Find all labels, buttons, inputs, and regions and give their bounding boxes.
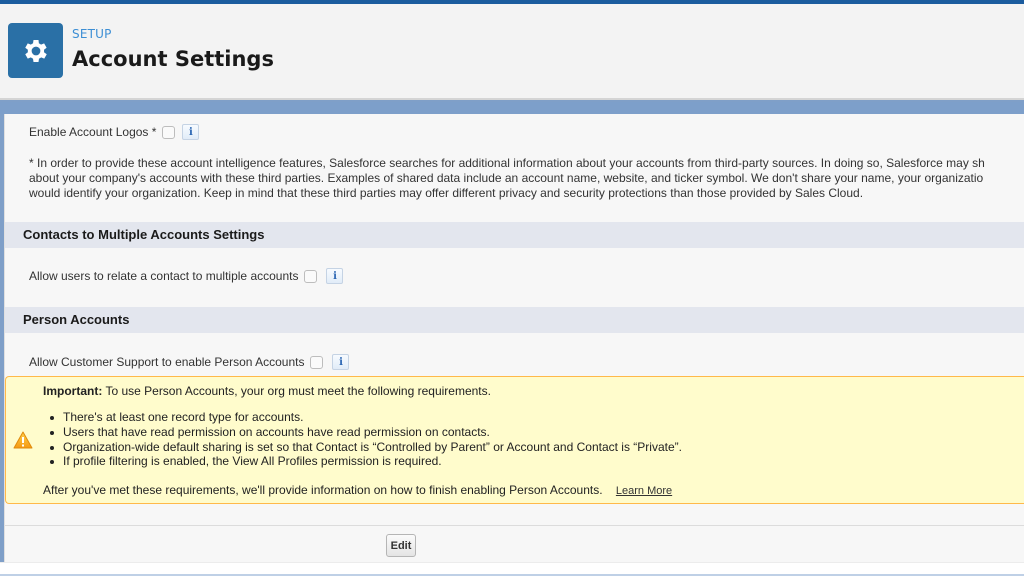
button-bar-divider [5,525,1024,526]
requirement-item: Users that have read permission on accou… [43,425,682,440]
learn-more-link[interactable]: Learn More [616,485,672,497]
info-icon[interactable]: i [182,124,200,140]
requirement-item: There's at least one record type for acc… [43,410,682,425]
contacts-multiple-accounts-row: Allow users to relate a contact to multi… [29,268,344,284]
breadcrumb-setup[interactable]: SETUP [72,27,112,41]
requirements-list: There's at least one record type for acc… [43,410,682,469]
page-header: SETUP Account Settings [0,4,1024,100]
decorative-band [0,102,1024,114]
edit-button[interactable]: Edit [386,534,416,557]
gear-icon [8,23,63,78]
enable-person-accounts-checkbox[interactable] [310,355,324,369]
alert-lead-bold: Important: [43,384,103,398]
settings-panel: Enable Account Logos * i * In order to p… [4,114,1024,562]
alert-footer: After you've met these requirements, we'… [43,483,672,497]
page-title: Account Settings [72,47,274,71]
section-header-person-accounts: Person Accounts [5,307,1024,333]
alert-lead-text: To use Person Accounts, your org must me… [102,384,491,398]
contacts-multiple-accounts-checkbox[interactable] [304,269,318,283]
page-footer-strip [0,562,1024,576]
enable-account-logos-checkbox[interactable] [162,125,176,139]
enable-person-accounts-label: Allow Customer Support to enable Person … [29,355,305,369]
section-header-contacts: Contacts to Multiple Accounts Settings [5,222,1024,248]
requirement-item: Organization-wide default sharing is set… [43,440,682,455]
requirement-item: If profile filtering is enabled, the Vie… [43,454,682,469]
info-icon[interactable]: i [332,354,350,370]
contacts-multiple-accounts-label: Allow users to relate a contact to multi… [29,269,299,283]
alert-lead: Important: To use Person Accounts, your … [43,384,491,398]
info-icon[interactable]: i [326,268,344,284]
enable-account-logos-label: Enable Account Logos * [29,125,157,139]
enable-person-accounts-row: Allow Customer Support to enable Person … [29,354,350,370]
note-line: would identify your organization. Keep i… [29,186,864,200]
account-intelligence-note: * In order to provide these account inte… [29,156,1024,201]
person-accounts-requirements-alert: Important: To use Person Accounts, your … [5,376,1024,504]
enable-account-logos-row: Enable Account Logos * i [29,124,200,140]
warning-icon [13,431,33,454]
note-line: * In order to provide these account inte… [29,156,985,170]
alert-footer-text: After you've met these requirements, we'… [43,483,603,497]
note-line: about your company's accounts with these… [29,171,984,185]
